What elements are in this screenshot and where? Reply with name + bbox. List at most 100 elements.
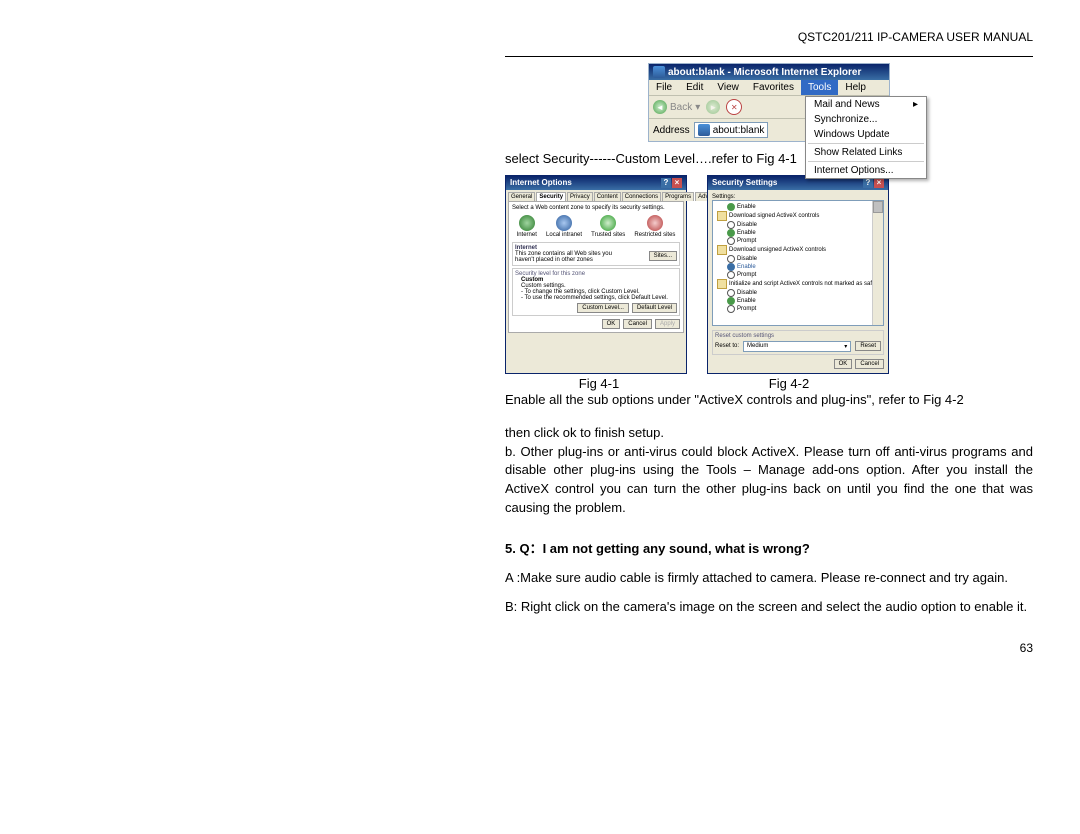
- reset-to-label: Reset to:: [715, 343, 739, 349]
- opt-enable-selected: Enable: [737, 264, 756, 270]
- figure-4-2-label: Fig 4-2: [693, 376, 885, 391]
- menu-favorites[interactable]: Favorites: [746, 80, 801, 95]
- tab-general[interactable]: General: [508, 192, 535, 201]
- menu-help[interactable]: Help: [838, 80, 873, 95]
- spacer: [505, 410, 1033, 424]
- close-icon[interactable]: ×: [672, 178, 682, 188]
- menu-file[interactable]: File: [649, 80, 679, 95]
- zone-internet-label: Internet: [517, 232, 537, 238]
- reset-to-value: Medium: [747, 343, 768, 350]
- zone-prompt: Select a Web content zone to specify its…: [512, 205, 680, 211]
- stop-icon: [647, 215, 663, 231]
- menu-view[interactable]: View: [710, 80, 746, 95]
- cancel-button[interactable]: Cancel: [623, 319, 652, 329]
- globe-icon: [519, 215, 535, 231]
- back-label: Back: [670, 102, 692, 113]
- menu-edit[interactable]: Edit: [679, 80, 710, 95]
- help-button[interactable]: ?: [661, 178, 671, 188]
- address-value: about:blank: [713, 125, 765, 136]
- sites-button[interactable]: Sites...: [649, 251, 677, 261]
- opt-prompt: Prompt: [737, 272, 756, 278]
- chevron-down-icon: ▾: [844, 343, 847, 350]
- page-icon: [698, 124, 710, 136]
- opt-prompt: Prompt: [737, 238, 756, 244]
- figure-4-1-label: Fig 4-1: [505, 376, 693, 391]
- radio-icon[interactable]: [727, 229, 735, 237]
- ie-window: about:blank - Microsoft Internet Explore…: [648, 63, 890, 142]
- back-arrow-icon: ◄: [653, 100, 667, 114]
- radio-icon[interactable]: [727, 237, 735, 245]
- tab-programs[interactable]: Programs: [662, 192, 694, 201]
- menu-tools[interactable]: Tools: [801, 80, 838, 95]
- dropdown-synchronize[interactable]: Synchronize...: [806, 112, 926, 127]
- security-settings-title: Security Settings: [712, 178, 777, 188]
- radio-icon[interactable]: [727, 263, 735, 271]
- radio-icon[interactable]: [727, 271, 735, 279]
- radio-icon[interactable]: [727, 221, 735, 229]
- cancel-button-2[interactable]: Cancel: [855, 359, 884, 369]
- back-dropdown-icon: ▾: [695, 102, 700, 113]
- question-5-title: 5. Q：I am not getting any sound, what is…: [505, 538, 1033, 557]
- manual-header: QSTC201/211 IP-CAMERA USER MANUAL: [505, 30, 1033, 44]
- dropdown-related-links[interactable]: Show Related Links: [806, 145, 926, 160]
- close-icon-2[interactable]: ×: [874, 178, 884, 188]
- address-input[interactable]: about:blank: [694, 122, 769, 138]
- radio-icon[interactable]: [727, 305, 735, 313]
- opt-disable: Disable: [737, 290, 757, 296]
- tab-content[interactable]: Content: [594, 192, 621, 201]
- tools-dropdown: Mail and News Synchronize... Windows Upd…: [805, 96, 927, 179]
- internet-options-tabs: General Security Privacy Content Connect…: [506, 190, 686, 201]
- dropdown-separator: [808, 143, 924, 144]
- header-divider: [505, 56, 1033, 57]
- radio-icon[interactable]: [727, 203, 735, 211]
- dropdown-separator-2: [808, 161, 924, 162]
- zone-local-intranet[interactable]: Local intranet: [546, 215, 582, 238]
- tab-connections[interactable]: Connections: [622, 192, 661, 201]
- dropdown-windows-update[interactable]: Windows Update: [806, 127, 926, 142]
- dropdown-internet-options[interactable]: Internet Options...: [806, 163, 926, 178]
- ie-titlebar: about:blank - Microsoft Internet Explore…: [649, 64, 889, 80]
- help-button-2[interactable]: ?: [863, 178, 873, 188]
- opt-disable: Disable: [737, 222, 757, 228]
- back-button[interactable]: ◄ Back ▾: [653, 100, 700, 114]
- dropdown-mail-news[interactable]: Mail and News: [806, 97, 926, 112]
- internet-options-dialog: Internet Options ?× General Security Pri…: [505, 175, 687, 374]
- radio-icon[interactable]: [727, 297, 735, 305]
- ie-menubar: File Edit View Favorites Tools Help Mail…: [649, 80, 889, 96]
- custom-level-button[interactable]: Custom Level...: [577, 303, 629, 313]
- internet-options-title: Internet Options: [510, 178, 572, 188]
- tab-security[interactable]: Security: [536, 192, 566, 201]
- ie-app-icon: [653, 66, 665, 78]
- ok-button[interactable]: OK: [602, 319, 621, 329]
- stop-button[interactable]: ✕: [726, 99, 742, 115]
- reset-to-select[interactable]: Medium ▾: [743, 341, 851, 352]
- custom-desc-3: - To use the recommended settings, click…: [521, 295, 677, 301]
- step-enable-activex: Enable all the sub options under "Active…: [505, 391, 1033, 410]
- apply-button[interactable]: Apply: [655, 319, 680, 329]
- forward-button[interactable]: ►: [706, 100, 720, 114]
- security-settings-list[interactable]: Enable Download signed ActiveX controls …: [712, 200, 884, 326]
- globe-local-icon: [556, 215, 572, 231]
- zone-trusted[interactable]: Trusted sites: [591, 215, 625, 238]
- reset-button[interactable]: Reset: [855, 341, 881, 351]
- opt-enable: Enable: [737, 298, 756, 304]
- radio-icon[interactable]: [727, 255, 735, 263]
- node-download-unsigned: Download unsigned ActiveX controls: [729, 247, 826, 253]
- tree-node-icon: [717, 211, 727, 221]
- default-level-button[interactable]: Default Level: [632, 303, 677, 313]
- answer-a: A :Make sure audio cable is firmly attac…: [505, 569, 1033, 588]
- opt-disable: Disable: [737, 256, 757, 262]
- zone-local-label: Local intranet: [546, 232, 582, 238]
- ie-title-text: about:blank - Microsoft Internet Explore…: [668, 67, 861, 78]
- opt-enable: Enable: [737, 204, 756, 210]
- scrollbar[interactable]: [872, 201, 883, 325]
- radio-icon[interactable]: [727, 289, 735, 297]
- node-initialize-script: Initialize and script ActiveX controls n…: [729, 281, 875, 287]
- step-select-security: select Security------Custom Level….refer…: [505, 150, 1033, 169]
- zone-internet[interactable]: Internet: [517, 215, 537, 238]
- tab-privacy[interactable]: Privacy: [567, 192, 593, 201]
- paragraph-b: b. Other plug-ins or anti-virus could bl…: [505, 443, 1033, 518]
- reset-custom-label: Reset custom settings: [715, 333, 881, 339]
- ok-button-2[interactable]: OK: [834, 359, 853, 369]
- zone-restricted[interactable]: Restricted sites: [634, 215, 675, 238]
